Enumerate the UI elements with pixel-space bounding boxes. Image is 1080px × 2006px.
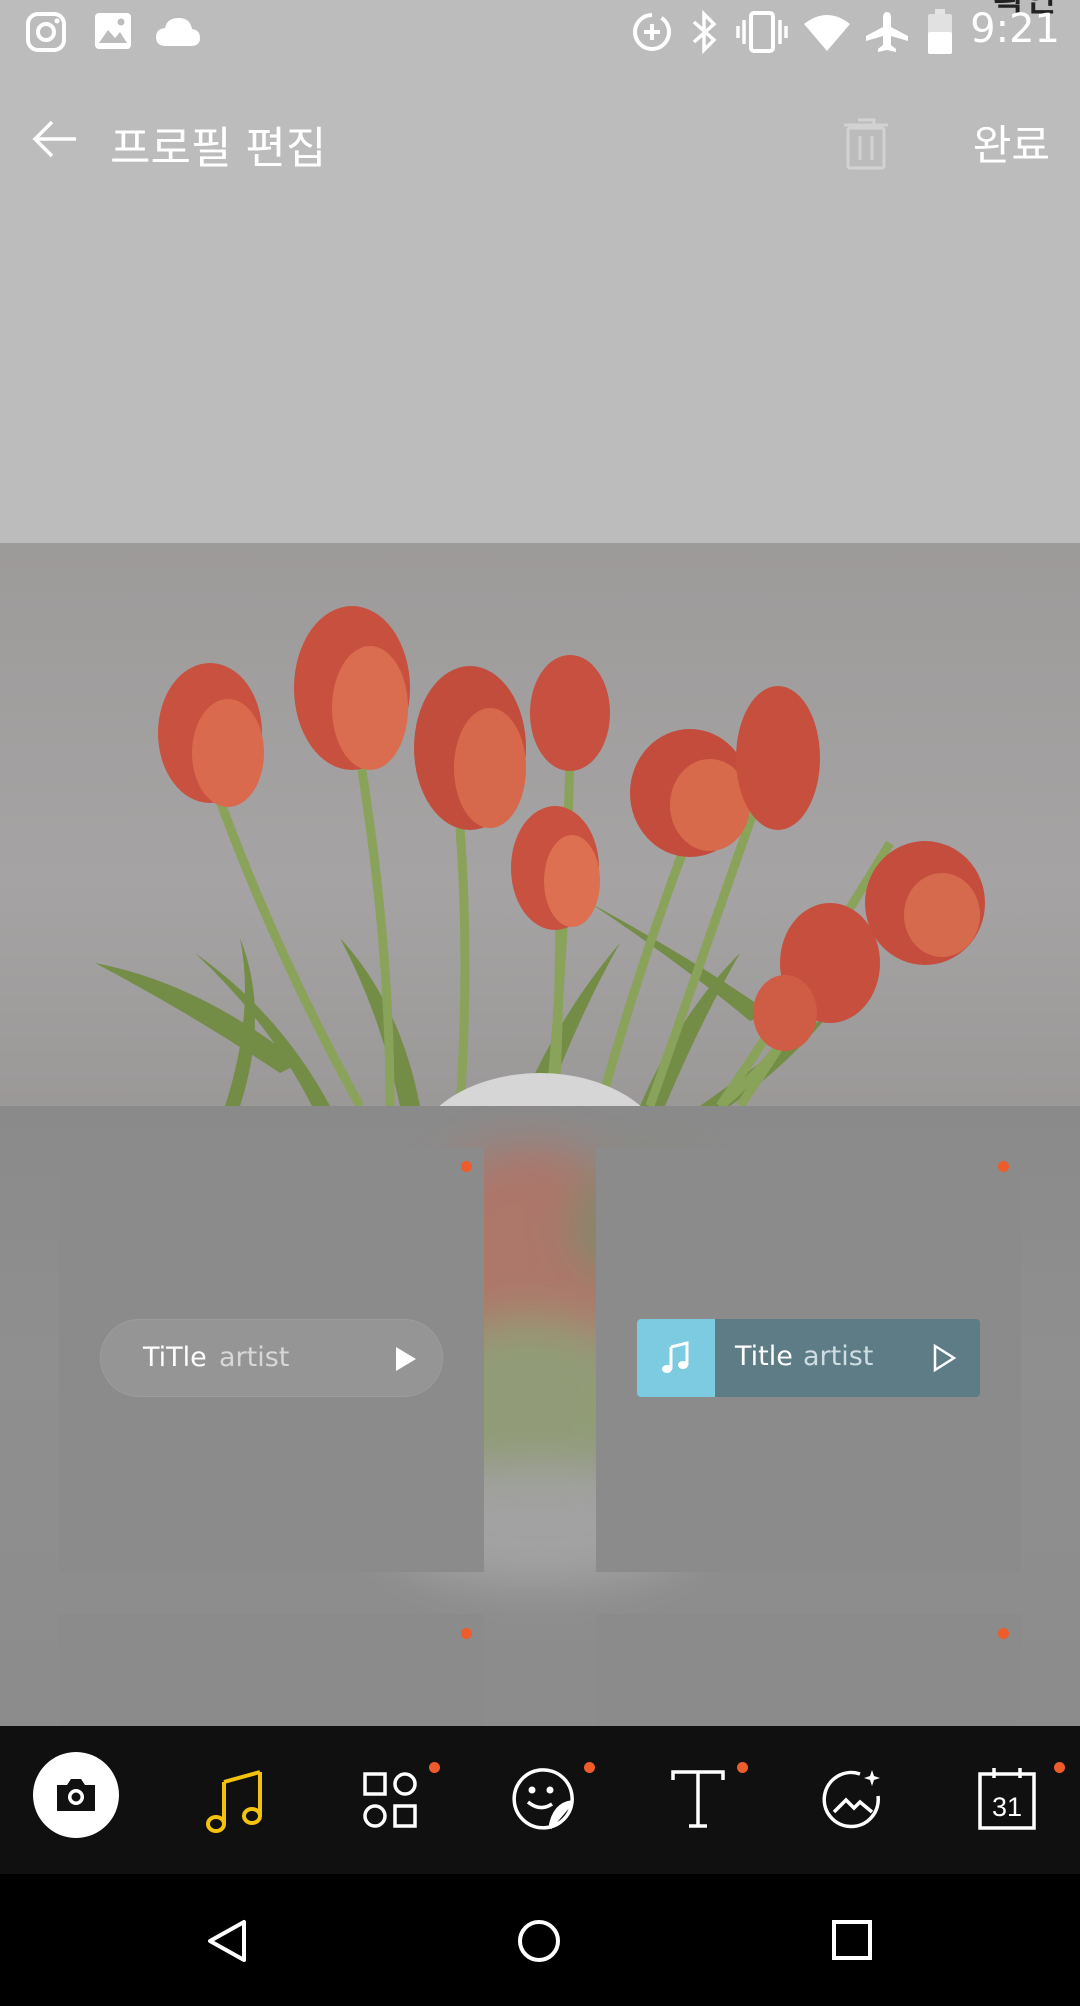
- toolbar-calendar[interactable]: 31: [962, 1756, 1065, 1846]
- toolbar-sticker[interactable]: [500, 1756, 595, 1846]
- status-time: 9:21: [970, 6, 1060, 52]
- new-dot: [461, 1161, 472, 1172]
- new-dot: [998, 1628, 1009, 1639]
- track-title: TiTle: [143, 1342, 207, 1373]
- edit-toolbar: 31: [0, 1726, 1080, 1874]
- new-dot: [584, 1762, 595, 1773]
- track-artist: artist: [219, 1342, 290, 1373]
- toolbar-text[interactable]: [653, 1756, 748, 1846]
- text-icon: [671, 1770, 725, 1828]
- play-icon: [396, 1347, 416, 1371]
- music-card[interactable]: [596, 1614, 1021, 1726]
- music-card[interactable]: [59, 1614, 484, 1726]
- new-dot: [429, 1762, 440, 1773]
- done-button[interactable]: 완료: [973, 112, 1050, 173]
- new-dot: [461, 1628, 472, 1639]
- background-icon: [822, 1770, 880, 1829]
- top-app-bar: 프로필 편집 완료: [0, 70, 1080, 210]
- music-player-bar: Title artist: [637, 1319, 980, 1397]
- gallery-icon: [95, 13, 131, 49]
- profile-background-photo[interactable]: [0, 543, 1080, 1106]
- instagram-icon: [26, 12, 66, 52]
- calendar-date: 31: [992, 1792, 1023, 1822]
- widgets-icon: [363, 1772, 417, 1828]
- toolbar-background[interactable]: [808, 1756, 898, 1846]
- status-bar: 확인 9:21: [0, 0, 1080, 64]
- toolbar-widgets[interactable]: [345, 1756, 440, 1846]
- music-card[interactable]: TiTle artist: [59, 1147, 484, 1572]
- tulip-bouquet-image: [95, 606, 985, 1106]
- recents-square-icon[interactable]: [830, 1918, 874, 1962]
- vibrate-icon: [736, 11, 788, 53]
- back-arrow-icon[interactable]: [30, 114, 80, 164]
- toolbar-music[interactable]: [190, 1756, 280, 1846]
- new-dot: [998, 1161, 1009, 1172]
- sticker-icon: [512, 1768, 574, 1830]
- music-player-pill: TiTle artist: [100, 1319, 443, 1397]
- track-title: Title: [735, 1341, 793, 1372]
- camera-icon: [57, 1779, 95, 1811]
- music-card[interactable]: Title artist: [596, 1147, 1021, 1572]
- music-note-icon: [662, 1341, 689, 1373]
- bluetooth-icon: [692, 10, 717, 54]
- cloud-icon: [156, 18, 200, 46]
- new-dot: [737, 1762, 748, 1773]
- data-saver-icon: [633, 13, 671, 51]
- music-note-badge: [637, 1319, 715, 1397]
- wifi-icon: [804, 15, 850, 51]
- page-title: 프로필 편집: [110, 123, 327, 174]
- new-dot: [1054, 1762, 1065, 1773]
- toolbar-camera[interactable]: [33, 1752, 119, 1838]
- music-widget-panel: TiTle artist Title artist: [0, 1106, 1080, 1726]
- music-note-icon: [206, 1770, 262, 1833]
- trash-icon[interactable]: [840, 114, 892, 170]
- system-navigation-bar: [0, 1874, 1080, 2006]
- airplane-icon: [866, 12, 908, 52]
- back-triangle-icon[interactable]: [204, 1918, 250, 1964]
- play-outline-icon: [933, 1343, 957, 1373]
- track-artist: artist: [803, 1341, 874, 1372]
- battery-icon: [928, 9, 952, 54]
- home-circle-icon[interactable]: [516, 1918, 562, 1964]
